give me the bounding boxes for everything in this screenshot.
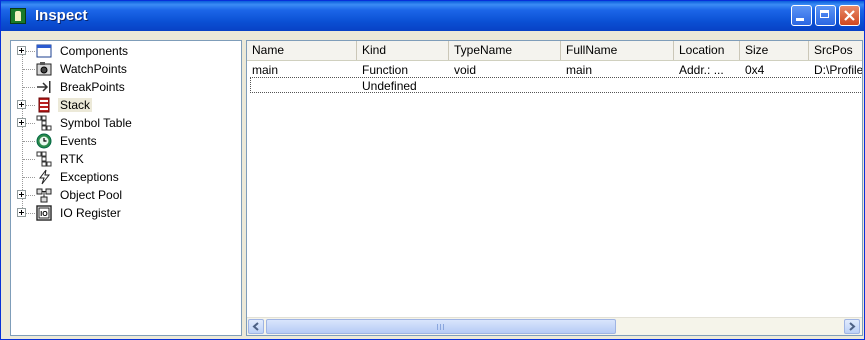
title-bar[interactable]: Inspect (1, 1, 864, 31)
scroll-left-button[interactable] (248, 319, 264, 334)
tree-item-object-pool[interactable]: Object Pool (11, 186, 239, 204)
tree-item-io-register[interactable]: IO IO Register (11, 204, 239, 222)
cell-fullname (561, 78, 674, 94)
cell-location (674, 78, 740, 94)
tree-item-symbol-table[interactable]: Symbol Table (11, 114, 239, 132)
tree-item-label: BreakPoints (60, 80, 125, 94)
column-header-size[interactable]: Size (740, 41, 809, 60)
chevron-left-icon (252, 322, 259, 331)
tree-item-rtk[interactable]: RTK (11, 150, 239, 168)
rtk-icon (36, 151, 52, 167)
cell-kind: Undefined (362, 79, 417, 93)
tree-item-label: IO Register (60, 206, 121, 220)
column-header-fullname[interactable]: FullName (561, 41, 674, 60)
close-icon (844, 10, 855, 21)
chevron-right-icon (849, 322, 856, 331)
app-icon (10, 8, 26, 24)
tree-item-breakpoints[interactable]: BreakPoints (11, 78, 239, 96)
tree-item-label: Exceptions (60, 170, 119, 184)
cell-name: main (252, 63, 279, 77)
breakpoint-arrow-icon (37, 81, 51, 93)
tree-item-stack[interactable]: Stack (11, 96, 239, 114)
expand-icon[interactable] (17, 208, 26, 217)
clock-icon (36, 133, 52, 149)
tree-item-watchpoints[interactable]: WatchPoints (11, 60, 239, 78)
column-header-srcpos[interactable]: SrcPos (809, 41, 862, 60)
tree-item-components[interactable]: Components (11, 42, 239, 60)
cell-size: 0x4 (745, 63, 765, 77)
column-header-kind[interactable]: Kind (357, 41, 449, 60)
lightning-icon (39, 169, 51, 185)
io-register-icon: IO (36, 205, 52, 221)
expand-icon[interactable] (17, 46, 26, 55)
tree-item-label: RTK (60, 152, 84, 166)
cell-typename (449, 78, 561, 94)
tree-item-label: Events (60, 134, 97, 148)
tree-item-label: Object Pool (60, 188, 123, 202)
tree-item-label: Components (60, 44, 129, 58)
inspect-window: Inspect Components WatchPoints BreakPoin… (0, 0, 865, 340)
stack-icon (38, 97, 50, 113)
column-header-location[interactable]: Location (674, 41, 740, 60)
window-title: Inspect (35, 7, 88, 24)
scroll-thumb[interactable] (266, 319, 616, 334)
tree-item-exceptions[interactable]: Exceptions (11, 168, 239, 186)
tree-item-label: Stack (58, 98, 93, 112)
svg-text:IO: IO (40, 211, 48, 218)
expand-icon[interactable] (17, 118, 26, 127)
column-header-name[interactable]: Name (247, 41, 357, 60)
tree-item-label: WatchPoints (60, 62, 127, 76)
grid-header: Name Kind TypeName FullName Location Siz… (247, 41, 862, 61)
maximize-button[interactable] (815, 5, 836, 26)
scroll-right-button[interactable] (844, 319, 860, 334)
expand-icon[interactable] (17, 190, 26, 199)
inspect-tree[interactable]: Components WatchPoints BreakPoints Stack… (10, 40, 242, 336)
cell-srcpos: D:\Profile (814, 63, 863, 77)
horizontal-scrollbar[interactable] (247, 317, 862, 335)
expand-icon[interactable] (17, 100, 26, 109)
tree-item-events[interactable]: Events (11, 132, 239, 150)
cell-size (740, 78, 809, 94)
symbol-grid[interactable]: Name Kind TypeName FullName Location Siz… (246, 40, 863, 336)
cell-fullname: main (566, 63, 593, 77)
cell-kind: Function (362, 63, 409, 77)
cell-name (247, 78, 357, 94)
symbol-table-icon (36, 115, 52, 131)
window-icon (36, 44, 52, 58)
cell-location: Addr.: ... (679, 63, 724, 77)
cell-srcpos (809, 78, 862, 94)
tree-item-label: Symbol Table (60, 116, 132, 130)
table-row[interactable]: main Function void main Addr.: ... 0x4 D… (247, 62, 863, 78)
minimize-button[interactable] (791, 5, 812, 26)
camera-icon (36, 62, 52, 76)
column-header-typename[interactable]: TypeName (449, 41, 561, 60)
object-pool-icon (36, 188, 52, 203)
cell-typename: void (454, 63, 477, 77)
close-button[interactable] (839, 5, 860, 26)
table-row[interactable]: Undefined (247, 78, 862, 94)
